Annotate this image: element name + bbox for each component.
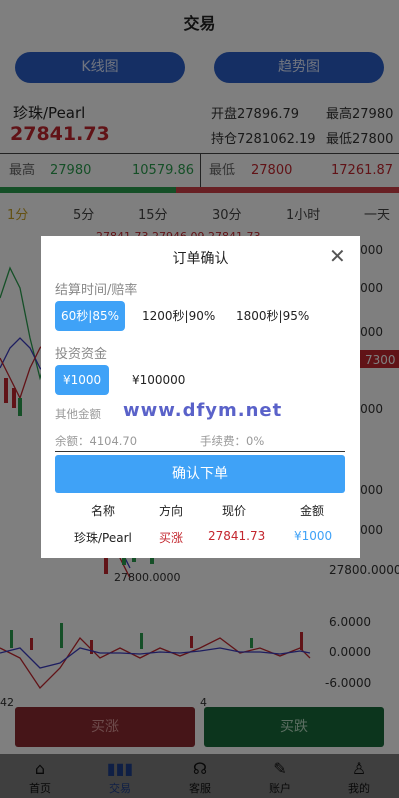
divider: [55, 451, 345, 452]
col-header-direction: 方向: [159, 504, 184, 518]
col-header-amount: 金额: [300, 504, 325, 518]
amount-section-label: 投资资金: [55, 347, 108, 362]
row-amount: ¥1000: [294, 529, 333, 543]
time-option-1200s[interactable]: 1200秒|90%: [136, 301, 221, 331]
amount-option-1000[interactable]: ¥1000: [55, 365, 110, 395]
amount-option-100000[interactable]: ¥100000: [126, 365, 191, 395]
watermark: www.dfym.net: [123, 400, 283, 421]
row-direction: 买涨: [159, 531, 184, 545]
order-confirm-dialog: 订单确认 ✕ 结算时间/赔率 60秒|85% 1200秒|90% 1800秒|9…: [41, 236, 360, 558]
fee-text: 手续费：0%: [200, 434, 265, 448]
other-amount-input[interactable]: 其他金额: [55, 406, 101, 422]
col-header-price: 现价: [222, 504, 247, 518]
confirm-order-button[interactable]: 确认下单: [55, 455, 345, 493]
dialog-title: 订单确认: [172, 251, 229, 267]
time-option-60s[interactable]: 60秒|85%: [55, 301, 125, 331]
row-name: 珍珠/Pearl: [74, 531, 132, 545]
balance-text: 余额：4104.70: [55, 434, 138, 448]
time-option-1800s[interactable]: 1800秒|95%: [230, 301, 315, 331]
col-header-name: 名称: [91, 504, 116, 518]
time-section-label: 结算时间/赔率: [55, 283, 138, 298]
close-icon[interactable]: ✕: [329, 244, 346, 268]
row-price: 27841.73: [208, 529, 266, 543]
